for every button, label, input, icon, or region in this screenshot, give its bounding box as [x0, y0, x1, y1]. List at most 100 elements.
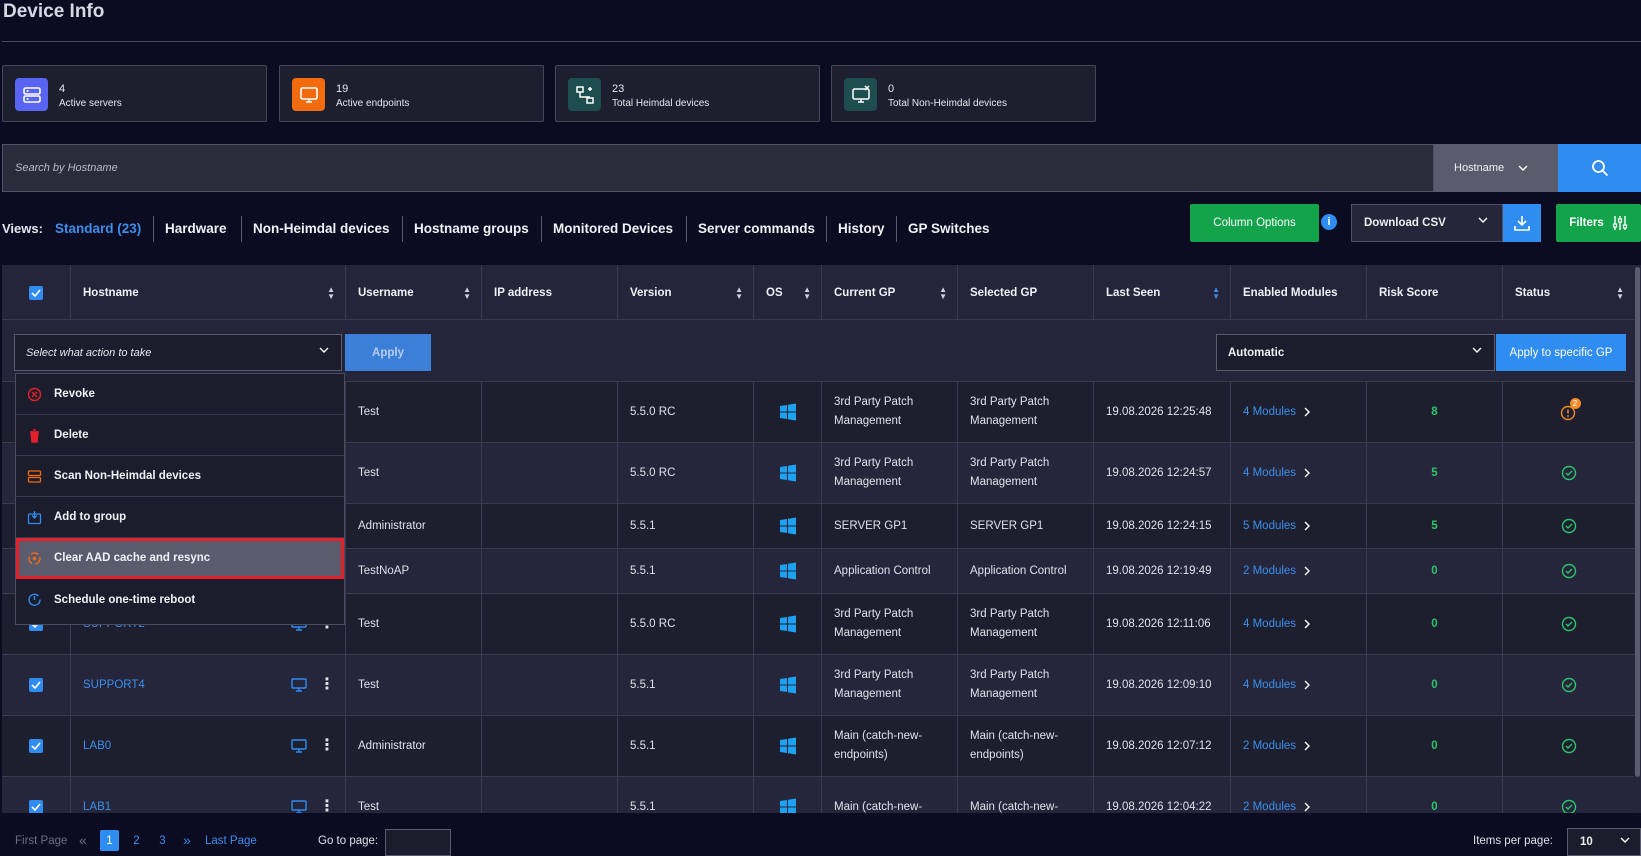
modules-link[interactable]: 4 Modules [1243, 464, 1296, 483]
row-checkbox[interactable] [2, 655, 71, 715]
search-input[interactable]: Search by Hostname [2, 144, 1434, 192]
device-monitor-icon[interactable] [291, 739, 307, 753]
modules-link[interactable]: 2 Modules [1243, 737, 1296, 756]
page-number-current[interactable]: 1 [100, 830, 119, 851]
column-selected-gp[interactable]: Selected GP [958, 265, 1094, 320]
stat-value: 23 [612, 83, 625, 95]
table-row[interactable]: SUPPORT4 ⋮ Test 5.5.1 3rd Party Patch Manage… [2, 655, 1634, 716]
search-type-select[interactable]: Hostname [1434, 144, 1558, 192]
table-row[interactable]: LAB0 ⋮ Administrator 5.5.1 Main (catch-new-e… [2, 716, 1634, 777]
modules-link[interactable]: 5 Modules [1243, 517, 1296, 536]
modules-link[interactable]: 4 Modules [1243, 676, 1296, 695]
row-checkbox[interactable] [2, 716, 71, 776]
cell-ip [482, 443, 618, 503]
download-button[interactable] [1503, 204, 1541, 242]
column-username[interactable]: Username ▲ ▼ [346, 265, 482, 320]
column-label: Hostname [83, 286, 139, 299]
filters-label: Filters [1569, 217, 1604, 229]
cell-modules[interactable]: 2 Modules [1231, 716, 1367, 776]
modules-link[interactable]: 2 Modules [1243, 798, 1296, 814]
scrollbar-thumb[interactable] [1635, 267, 1640, 777]
cell-modules[interactable]: 4 Modules [1231, 443, 1367, 503]
hostname-link[interactable]: LAB0 [83, 737, 111, 756]
go-to-page-input[interactable] [385, 829, 451, 856]
tab-hostname-groups[interactable]: Hostname groups [414, 221, 529, 236]
chevron-double-right-icon[interactable]: » [183, 832, 191, 848]
table-scrollbar[interactable] [1634, 265, 1641, 813]
menu-item-add-to-group[interactable]: Add to group [16, 497, 344, 538]
info-icon[interactable]: i [1321, 214, 1337, 230]
items-per-page-value: 10 [1580, 836, 1593, 848]
search-button[interactable] [1558, 144, 1641, 192]
column-enabled-modules[interactable]: Enabled Modules [1231, 265, 1367, 320]
risk-score-value: 0 [1431, 739, 1438, 752]
cell-current-gp: 3rd Party Patch Management [822, 594, 958, 654]
column-current-gp[interactable]: Current GP ▲ ▼ [822, 265, 958, 320]
windows-icon [779, 737, 797, 755]
cell-risk-score: 0 [1367, 594, 1503, 654]
more-options-icon[interactable]: ⋮ [319, 738, 335, 754]
cell-modules[interactable]: 2 Modules [1231, 549, 1367, 593]
stat-value: 4 [59, 83, 66, 95]
cell-modules[interactable]: 4 Modules [1231, 594, 1367, 654]
stat-label: Total Non-Heimdal devices [888, 98, 1007, 109]
cell-os [754, 549, 822, 593]
tab-monitored-devices[interactable]: Monitored Devices [553, 221, 673, 236]
column-options-button[interactable]: Column Options [1190, 204, 1319, 242]
apply-to-specific-gp-button[interactable]: Apply to specific GP [1496, 334, 1626, 371]
chevron-down-icon [1518, 165, 1528, 171]
tab-non-heimdal[interactable]: Non-Heimdal devices [253, 221, 390, 236]
menu-item-scan-non-heimdal[interactable]: Scan Non-Heimdal devices [16, 456, 344, 497]
warning-status-icon[interactable]: 2 [1560, 398, 1581, 421]
reboot-icon [27, 592, 42, 607]
row-checkbox[interactable] [2, 777, 71, 813]
column-os[interactable]: OS ▲ ▼ [754, 265, 822, 320]
filters-button[interactable]: Filters [1556, 204, 1641, 242]
cell-version: 5.5.0 RC [618, 382, 754, 442]
tab-gp-switches[interactable]: GP Switches [908, 221, 990, 236]
apply-button[interactable]: Apply [345, 334, 431, 371]
more-options-icon[interactable]: ⋮ [319, 799, 335, 814]
tab-server-commands[interactable]: Server commands [698, 221, 815, 236]
menu-item-delete[interactable]: Delete [16, 415, 344, 456]
hostname-link[interactable]: SUPPORT4 [83, 676, 145, 695]
menu-item-revoke[interactable]: Revoke [16, 374, 344, 415]
modules-link[interactable]: 4 Modules [1243, 403, 1296, 422]
hostname-link[interactable]: LAB1 [83, 798, 111, 814]
tab-standard[interactable]: Standard (23) [55, 221, 141, 236]
page-number[interactable]: 3 [153, 830, 172, 851]
column-hostname[interactable]: Hostname ▲ ▼ [71, 265, 346, 320]
items-per-page-select[interactable]: 10 [1567, 828, 1641, 856]
cell-modules[interactable]: 2 Modules [1231, 777, 1367, 813]
device-monitor-icon[interactable] [291, 678, 307, 692]
menu-item-clear-aad-cache[interactable]: Clear AAD cache and resync [16, 538, 344, 579]
gp-select[interactable]: Automatic [1216, 334, 1495, 371]
last-page-link[interactable]: Last Page [205, 835, 257, 847]
modules-link[interactable]: 2 Modules [1243, 562, 1296, 581]
more-options-icon[interactable]: ⋮ [319, 677, 335, 693]
device-monitor-icon[interactable] [291, 800, 307, 813]
column-status[interactable]: Status ▲ ▼ [1503, 265, 1634, 320]
page-number[interactable]: 2 [127, 830, 146, 851]
tab-history[interactable]: History [838, 221, 885, 236]
first-page-link[interactable]: First Page [15, 835, 67, 847]
tab-hardware[interactable]: Hardware [165, 221, 227, 236]
cell-current-gp: 3rd Party Patch Management [822, 382, 958, 442]
cell-last-seen: 19.08.2026 12:04:22 [1094, 777, 1231, 813]
column-risk-score[interactable]: Risk Score [1367, 265, 1503, 320]
cell-modules[interactable]: 5 Modules [1231, 504, 1367, 548]
download-csv-select[interactable]: Download CSV [1351, 204, 1503, 242]
column-ip-address[interactable]: IP address [482, 265, 618, 320]
cell-modules[interactable]: 4 Modules [1231, 382, 1367, 442]
table-row[interactable]: LAB1 ⋮ Test 5.5.1 Main (catch-new- Main (catc… [2, 777, 1634, 813]
chevron-double-left-icon[interactable]: « [79, 832, 87, 848]
action-select[interactable]: Select what action to take [14, 334, 342, 371]
column-version[interactable]: Version ▲ ▼ [618, 265, 754, 320]
select-all-checkbox[interactable] [2, 265, 71, 320]
column-label: Last Seen [1106, 286, 1161, 299]
menu-item-schedule-reboot[interactable]: Schedule one-time reboot [16, 579, 344, 620]
check-circle-icon [1561, 738, 1577, 754]
modules-link[interactable]: 4 Modules [1243, 615, 1296, 634]
cell-modules[interactable]: 4 Modules [1231, 655, 1367, 715]
column-last-seen[interactable]: Last Seen ▲ ▼ [1094, 265, 1231, 320]
